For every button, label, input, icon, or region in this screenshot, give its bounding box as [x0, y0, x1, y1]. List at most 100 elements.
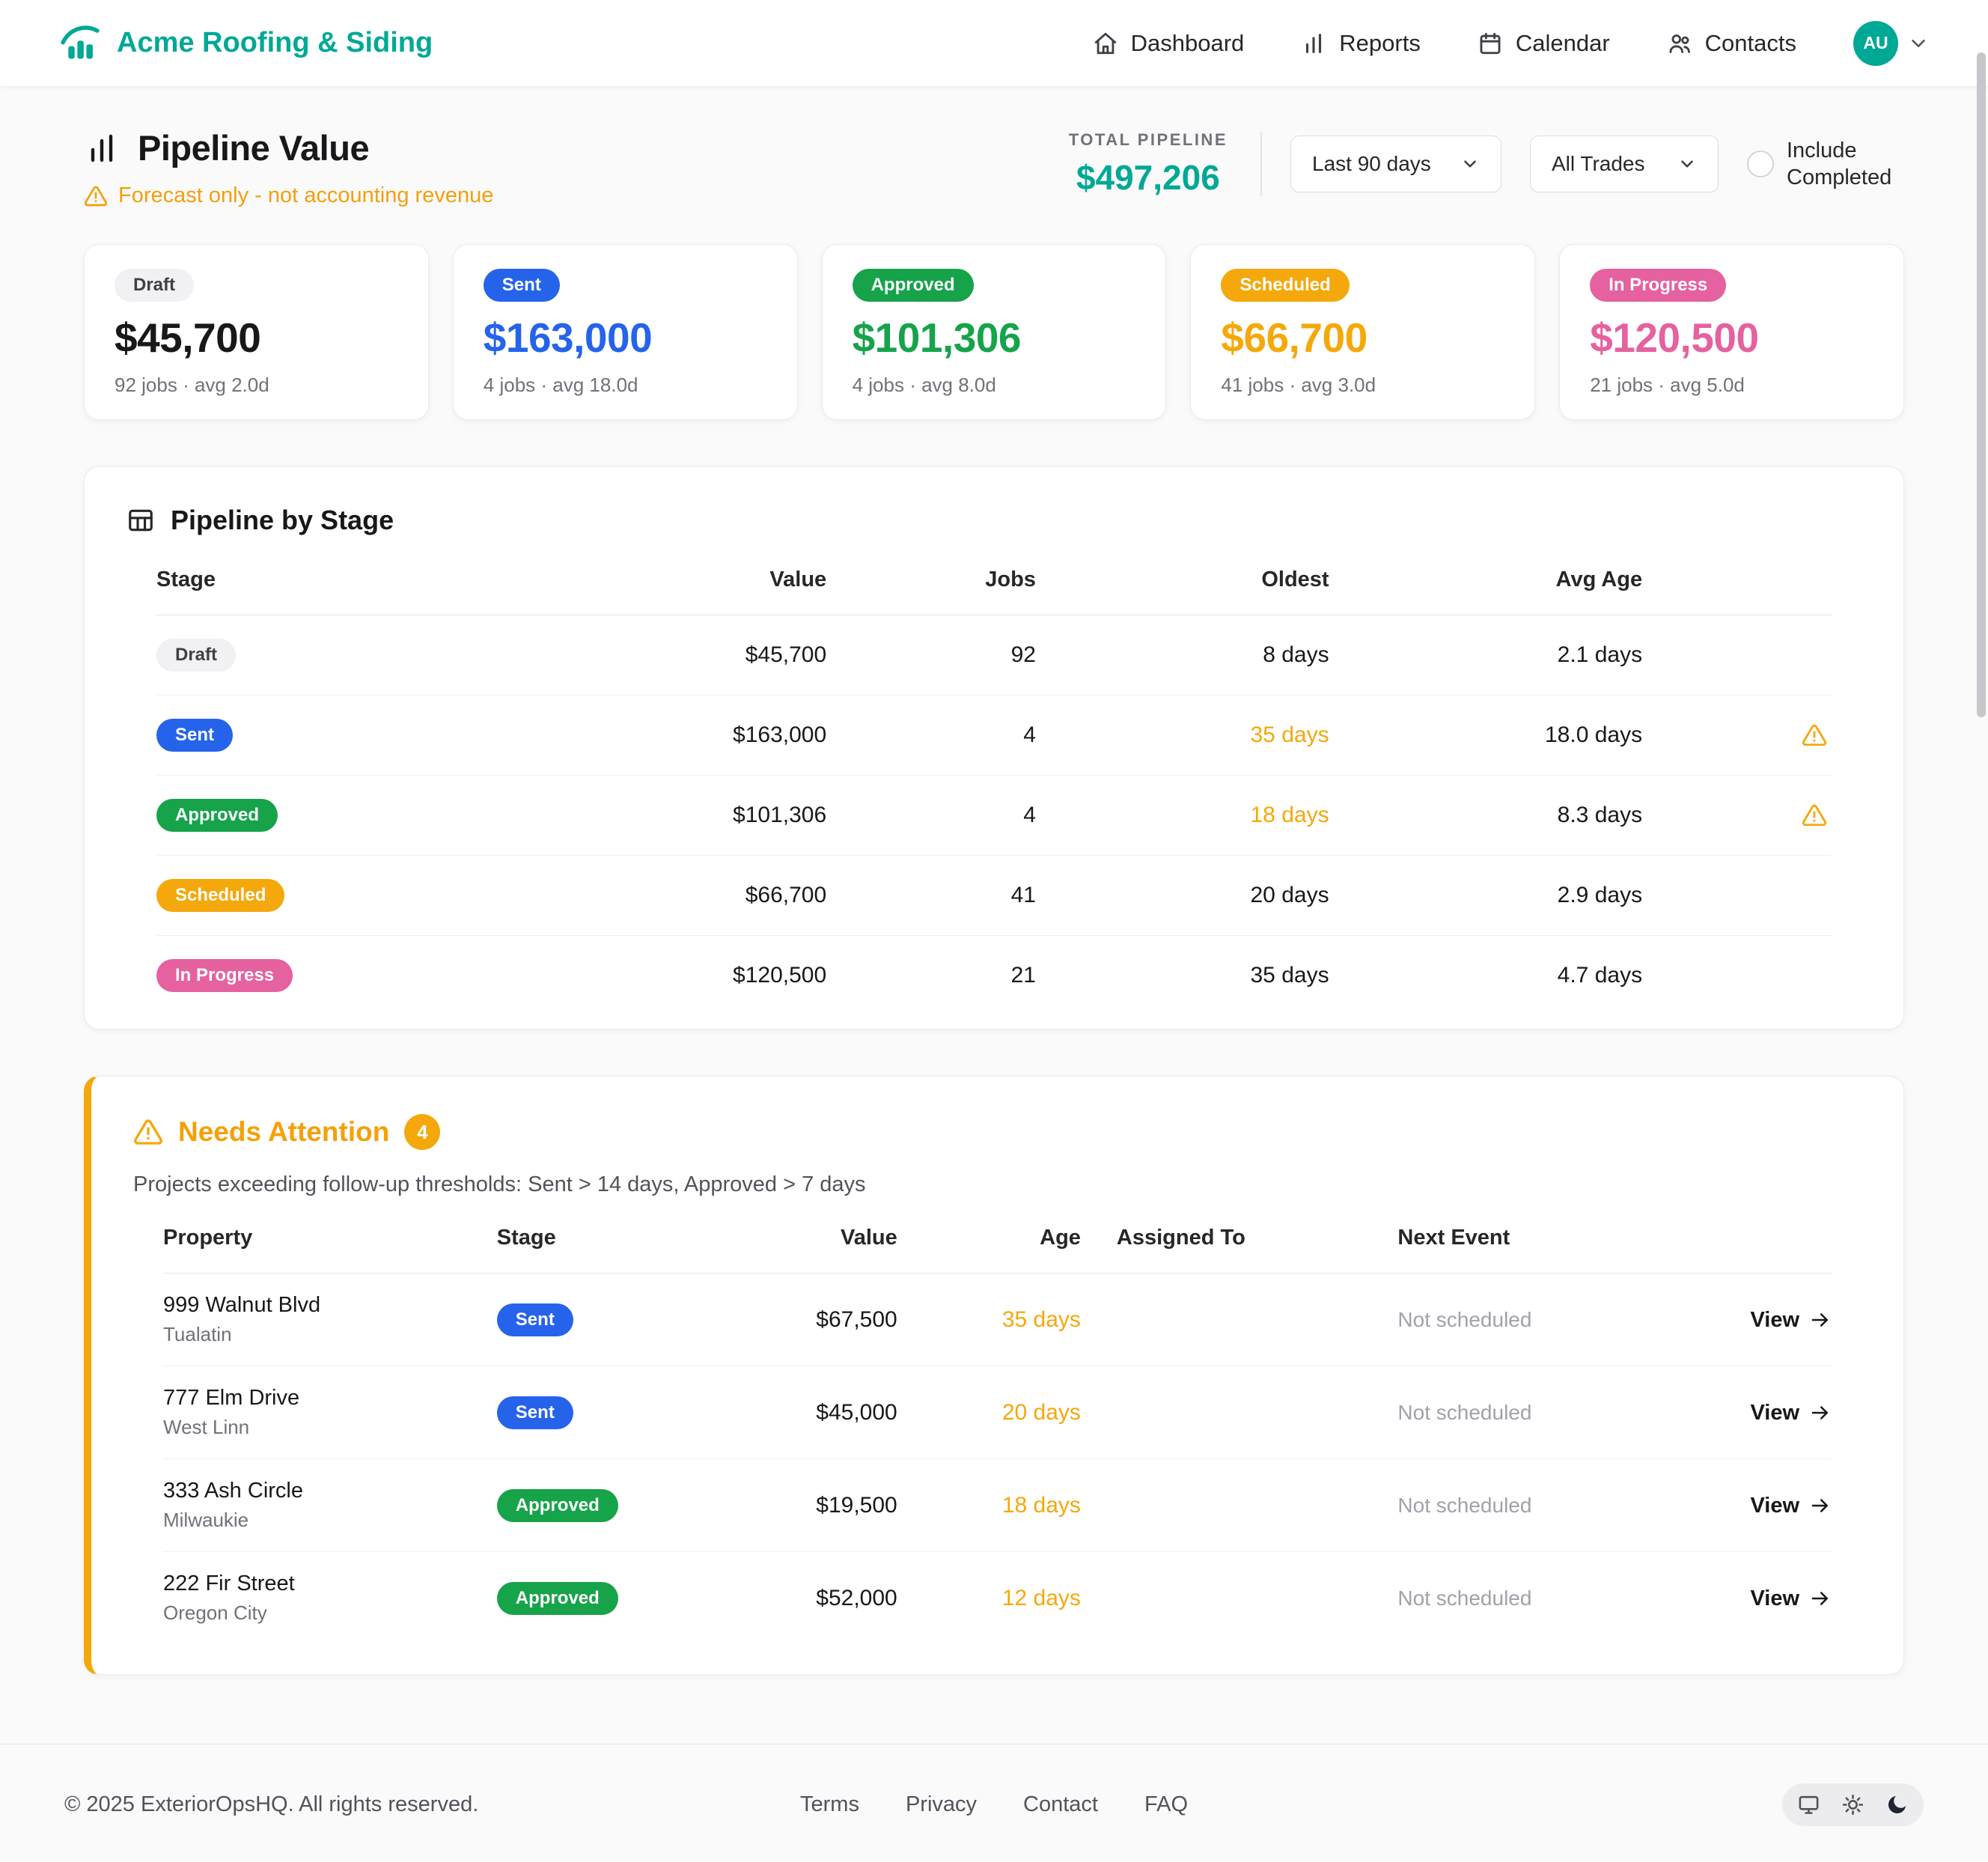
cell-oldest: 35 days — [1036, 936, 1329, 1016]
table-icon — [126, 506, 155, 535]
cell-avg-age: 8.3 days — [1329, 776, 1643, 856]
footer-link-terms[interactable]: Terms — [800, 1792, 859, 1817]
property-city: Milwaukie — [163, 1509, 497, 1532]
cell-jobs: 4 — [826, 696, 1036, 776]
footer-link-faq[interactable]: FAQ — [1144, 1792, 1188, 1817]
theme-light-button[interactable] — [1840, 1792, 1866, 1818]
property-city: Tualatin — [163, 1323, 497, 1346]
cell-oldest: 35 days — [1036, 696, 1329, 776]
stat-value: $120,500 — [1590, 314, 1873, 362]
property-name: 222 Fir Street — [163, 1572, 497, 1596]
stage-badge: In Progress — [1590, 269, 1726, 302]
table-row[interactable]: Scheduled $66,700 41 20 days 2.9 days — [156, 856, 1832, 936]
total-pipeline: TOTAL PIPELINE $497,206 — [1069, 130, 1228, 198]
footer-link-privacy[interactable]: Privacy — [906, 1792, 977, 1817]
stat-card-sent[interactable]: Sent $163,000 4 jobs · avg 18.0d — [453, 244, 798, 420]
include-completed-checkbox[interactable] — [1747, 150, 1774, 177]
table-row[interactable]: Sent $163,000 4 35 days 18.0 days — [156, 696, 1832, 776]
table-row[interactable]: In Progress $120,500 21 35 days 4.7 days — [156, 936, 1832, 1016]
nav-item-dashboard[interactable]: Dashboard — [1093, 30, 1245, 57]
nav-item-contacts[interactable]: Contacts — [1667, 30, 1796, 57]
stage-badge: Approved — [497, 1582, 618, 1615]
view-link[interactable]: View — [1750, 1586, 1832, 1611]
nav-item-reports[interactable]: Reports — [1301, 30, 1421, 57]
table-row[interactable]: Draft $45,700 92 8 days 2.1 days — [156, 615, 1832, 696]
table-row[interactable]: 777 Elm Drive West Linn Sent $45,000 20 … — [163, 1366, 1832, 1459]
cell-assigned-to — [1081, 1366, 1398, 1459]
theme-system-button[interactable] — [1796, 1792, 1822, 1818]
moon-icon — [1885, 1793, 1909, 1816]
stage-badge: Scheduled — [1221, 269, 1349, 302]
cell-next-event: Not scheduled — [1397, 1459, 1665, 1552]
forecast-warning-text: Forecast only - not accounting revenue — [118, 183, 493, 208]
cell-next-event: Not scheduled — [1397, 1366, 1665, 1459]
cell-value: $163,000 — [525, 696, 826, 776]
cell-assigned-to — [1081, 1552, 1398, 1645]
stat-card-draft[interactable]: Draft $45,700 92 jobs · avg 2.0d — [84, 244, 429, 420]
stage-summary-cards: Draft $45,700 92 jobs · avg 2.0d Sent $1… — [84, 244, 1904, 420]
stat-card-scheduled[interactable]: Scheduled $66,700 41 jobs · avg 3.0d — [1190, 244, 1535, 420]
view-link[interactable]: View — [1750, 1308, 1832, 1333]
include-completed-label: Include Completed — [1787, 137, 1904, 192]
attention-table-header-row: Property Stage Value Age Assigned To Nex… — [163, 1226, 1832, 1274]
warning-triangle-icon — [1642, 722, 1827, 748]
pipeline-chart-icon — [84, 130, 120, 166]
cell-value: $45,700 — [525, 615, 826, 696]
table-row[interactable]: 999 Walnut Blvd Tualatin Sent $67,500 35… — [163, 1274, 1832, 1366]
nav-item-calendar[interactable]: Calendar — [1478, 30, 1610, 57]
stage-badge: Approved — [853, 269, 974, 302]
scrollbar[interactable] — [1977, 52, 1986, 717]
page-title: Pipeline Value — [138, 127, 369, 168]
col-stage: Stage — [497, 1226, 731, 1274]
stat-card-in-progress[interactable]: In Progress $120,500 21 jobs · avg 5.0d — [1559, 244, 1904, 420]
stage-badge: Draft — [115, 269, 194, 302]
table-row[interactable]: 222 Fir Street Oregon City Approved $52,… — [163, 1552, 1832, 1645]
monitor-icon — [1797, 1793, 1820, 1816]
stage-badge: Draft — [156, 639, 236, 672]
vertical-divider — [1260, 132, 1262, 196]
pipeline-by-stage-card: Pipeline by Stage Stage Value Jobs Oldes… — [84, 466, 1904, 1029]
table-row[interactable]: Approved $101,306 4 18 days 8.3 days — [156, 776, 1832, 856]
cell-value: $66,700 — [525, 856, 826, 936]
stage-badge: Sent — [497, 1396, 573, 1429]
total-pipeline-label: TOTAL PIPELINE — [1069, 130, 1228, 150]
page-controls: TOTAL PIPELINE $497,206 Last 90 days All… — [1069, 127, 1904, 198]
view-link[interactable]: View — [1750, 1494, 1832, 1518]
needs-attention-table: Property Stage Value Age Assigned To Nex… — [163, 1226, 1832, 1644]
cell-avg-age: 18.0 days — [1329, 696, 1643, 776]
cell-age: 12 days — [897, 1552, 1081, 1645]
property-city: West Linn — [163, 1416, 497, 1439]
cell-assigned-to — [1081, 1274, 1398, 1366]
col-property: Property — [163, 1226, 497, 1274]
cell-next-event: Not scheduled — [1397, 1552, 1665, 1645]
cell-next-event: Not scheduled — [1397, 1274, 1665, 1366]
trade-select[interactable]: All Trades — [1530, 136, 1719, 192]
stage-badge: Sent — [156, 719, 233, 752]
col-avg-age: Avg Age — [1329, 568, 1643, 615]
cell-oldest: 20 days — [1036, 856, 1329, 936]
include-completed-toggle[interactable]: Include Completed — [1747, 137, 1904, 192]
total-pipeline-value: $497,206 — [1069, 157, 1228, 198]
cell-jobs: 21 — [826, 936, 1036, 1016]
stat-card-approved[interactable]: Approved $101,306 4 jobs · avg 8.0d — [822, 244, 1167, 420]
cell-value: $52,000 — [731, 1552, 897, 1645]
needs-attention-description: Projects exceeding follow-up thresholds:… — [133, 1172, 1862, 1197]
calendar-icon — [1478, 31, 1503, 56]
arrow-right-icon — [1809, 1309, 1832, 1331]
stat-meta: 4 jobs · avg 18.0d — [484, 374, 767, 397]
nav-label: Contacts — [1705, 30, 1796, 57]
theme-dark-button[interactable] — [1884, 1792, 1910, 1818]
user-menu[interactable]: AU — [1853, 21, 1930, 66]
table-row[interactable]: 333 Ash Circle Milwaukie Approved $19,50… — [163, 1459, 1832, 1552]
stage-badge: Sent — [484, 269, 560, 302]
date-range-select[interactable]: Last 90 days — [1290, 136, 1501, 192]
chevron-down-icon — [1907, 32, 1930, 55]
trade-value: All Trades — [1552, 152, 1645, 176]
col-oldest: Oldest — [1036, 568, 1329, 615]
footer-link-contact[interactable]: Contact — [1023, 1792, 1098, 1817]
view-link[interactable]: View — [1750, 1401, 1832, 1426]
cell-oldest: 8 days — [1036, 615, 1329, 696]
cell-value: $45,000 — [731, 1366, 897, 1459]
brand[interactable]: Acme Roofing & Siding — [58, 22, 433, 65]
nav-label: Reports — [1339, 30, 1421, 57]
